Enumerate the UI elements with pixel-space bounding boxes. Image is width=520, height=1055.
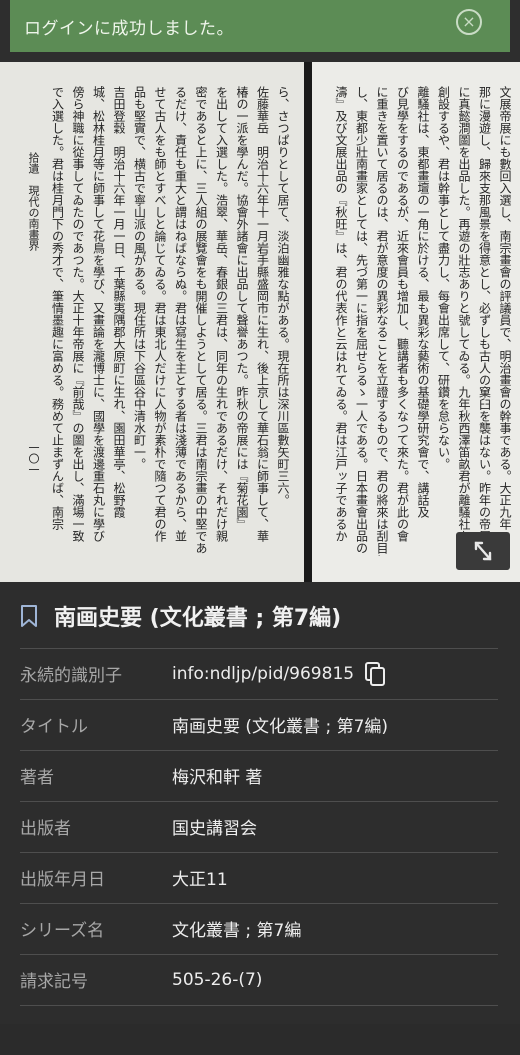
metadata-value: 南画史要 (文化叢書 ; 第7編) [172,717,389,737]
page-text-line: し、東都少壯南畫家としては、先づ第一に指を屈せらるゝ一人である。日本畫會出品の『… [354,86,369,556]
top-bar: ログインに成功しました。 × [0,0,520,62]
page-text-line: び見學をするのであるが、近來會員も增加し、聽講者も多くなつて來た。君が此の會 [395,86,410,542]
page-text-line: 品も堅實で、横古で寧山派の風がある。現住所は下谷區谷中清水町一。 [132,86,147,470]
page-text-line: を出して入選した。浩翠、華岳、春銀の三君は、同年の生れであるだけ、それだけ親 [214,86,229,542]
metadata-row-author: 著者 梅沢和軒 著 [20,750,498,800]
book-info-panel: 南画史要 (文化叢書 ; 第7編) 永続的識別子 info:ndljp/pid/… [0,582,520,1024]
page-text-line: 濤』及び文展出品の『秋旺』は、君の代表作と云はれてゐる。君は江戸ッ子であるか [334,86,348,542]
page-text-line: で入選した。君は桂月門下の秀才で、筆情墨趣に富める。務めて止まずんば、南宗 [50,86,65,530]
page-text-line: 文展帝展にも數回入選し、南宗畫會の評議員で、明治畫會の幹事である。大正九年 [498,86,512,530]
metadata-row-call-number: 請求記号 505-26-(7) [20,954,498,1004]
metadata-value: 大正11 [172,870,228,890]
book-spine [304,62,312,582]
scanned-page-left: ら、さつぱりとして居て、淡泊幽雅な點がある。現在所は深川區數矢町三六。 佐藤華岳 … [0,62,304,582]
page-text-line: 城、松林桂月等に師事して花鳥を學び、又畫論を瀧博士に、國學を渡邊重石丸に學び [91,86,106,542]
expand-arrows-icon [474,541,492,561]
page-text-line: に重きを置いて居るのは、君が意度の異彩なることを立證するもので、君の將來は刮目に… [375,86,389,556]
page-number: 一〇一 [27,442,40,475]
metadata-value: 国史講習会 [172,819,257,839]
metadata-label: シリーズ名 [20,921,105,941]
metadata-row-date: 出版年月日 大正11 [20,852,498,902]
metadata-label: 出版年月日 [20,870,105,890]
page-text-line: 吉田登穀 明治十六年一月一日、千葉縣夷隅郡大原町に生れ、園田華亭、松野霞 [112,86,126,518]
login-success-toast: ログインに成功しました。 × [10,0,510,52]
metadata-label: タイトル [20,717,88,737]
book-title-row: 南画史要 (文化叢書 ; 第7編) [20,596,341,636]
metadata-row-series: シリーズ名 文化叢書 ; 第7編 [20,903,498,953]
metadata-label: 永続的識別子 [20,666,122,686]
page-viewer[interactable]: ら、さつぱりとして居て、淡泊幽雅な點がある。現在所は深川區數矢町三六。 佐藤華岳 … [0,62,520,582]
bookmark-icon[interactable] [20,604,38,628]
metadata-label: 出版者 [20,819,71,839]
page-text-line: 佐藤華岳 明治十六年十一月岩手縣盛岡市に生れ、後上京して華石翁に師事して、華 [255,86,270,542]
metadata-label: 請求記号 [20,972,88,992]
metadata-row-next [20,1005,498,1055]
page-text-line: 椿の一派を學んだ。協會外諸會に出品して聲譽あつた。昨秋の帝展には『菊花園』 [235,86,249,530]
identifier-value[interactable]: info:ndljp/pid/969815 [172,664,354,684]
toast-message: ログインに成功しました。 [24,18,234,39]
book-title: 南画史要 (文化叢書 ; 第7編) [54,606,342,631]
fullscreen-button[interactable] [456,532,510,570]
metadata-value: 505-26-(7) [172,969,263,990]
metadata-row-publisher: 出版者 国史講習会 [20,801,498,851]
metadata-value: 文化叢書 ; 第7編 [172,921,302,941]
metadata-value: info:ndljp/pid/969815 [172,661,386,687]
scanned-page-right: 文展帝展にも數回入選し、南宗畫會の評議員で、明治畫會の幹事である。大正九年 那に漫… [312,62,520,582]
copy-icon[interactable] [364,661,386,687]
page-text-line: に真懿澗圖を出品した。再遊の壯志ありと號してゐる。九年秋西澤笛畝君が離騷社を [457,86,471,542]
page-text-line: せて古人をも師とすべしと論じてゐる。君は東北人だけに人物が素朴で隨つて君の作 [153,86,167,542]
running-header: 拾遺 現代の南畫界 [27,152,40,251]
metadata-row-identifier: 永続的識別子 info:ndljp/pid/969815 [20,648,498,698]
page-text-line: 密であると上に、三人組の展覽會をも開催しようとして居る。三君は南宗畫の中堅であ [194,86,208,554]
close-circle-icon[interactable]: × [456,9,482,35]
page-text-line: 傍ら神職に從事してゐたのであつた。大正十年帝展に『前哉』の圖を出し、滿場一致 [71,86,85,542]
page-text-line: るだけ、責任も重大と謂はねばならぬ。君は寫生を主とする者は淺薄であるから、並 [173,86,188,542]
metadata-value: 梅沢和軒 著 [172,768,263,788]
metadata-row-title: タイトル 南画史要 (文化叢書 ; 第7編) [20,699,498,749]
page-text-line: 那に漫遊し、歸來支那風景を得意とし、必ずしも古人の窠臼を襲はない。昨年の帝展 [477,86,492,542]
page-text-line: ら、さつぱりとして居て、淡泊幽雅な點がある。現在所は深川區數矢町三六。 [276,86,290,506]
page-text-line: 離騷社は、東都畫壇の一角に於ける、最も異彩な藝術の基礎學研究會で、講話及 [416,86,430,518]
metadata-label: 著者 [20,768,54,788]
page-text-line: 創設するや、君は幹事として盡力し、每會出席して、研鑽を怠らない。 [436,86,451,470]
